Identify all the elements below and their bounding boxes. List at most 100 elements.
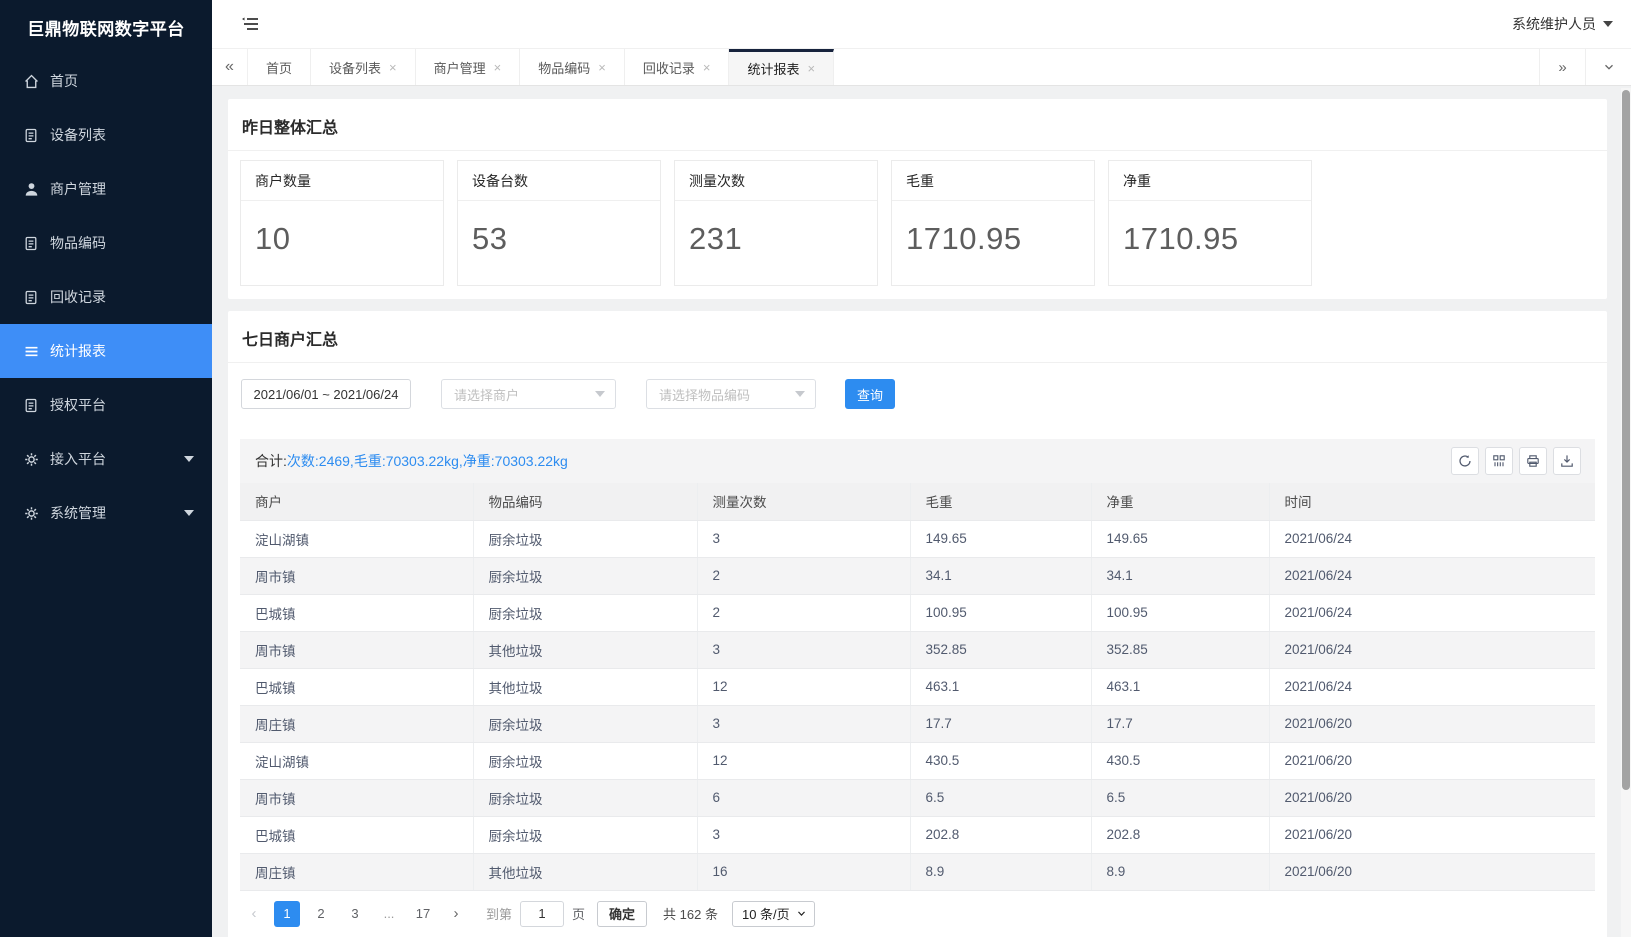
table-row: 周庄镇 厨余垃圾 3 17.7 17.7 2021/06/20 bbox=[240, 705, 1595, 742]
sidebar-item-recycle-records[interactable]: 回收记录 bbox=[0, 270, 212, 324]
page-button-17[interactable]: 17 bbox=[410, 901, 436, 927]
prev-page-icon[interactable]: ‹ bbox=[242, 901, 266, 927]
tabs-scroll-right-icon[interactable]: » bbox=[1539, 49, 1585, 85]
col-header-merchant: 商户 bbox=[240, 483, 473, 520]
tab-recycle-records[interactable]: 回收记录 × bbox=[625, 49, 730, 85]
sidebar-item-label: 首页 bbox=[50, 71, 78, 91]
card-value: 53 bbox=[458, 201, 660, 257]
close-icon[interactable]: × bbox=[703, 60, 711, 75]
goto-page-input[interactable] bbox=[520, 901, 564, 927]
columns-icon[interactable] bbox=[1485, 447, 1513, 475]
col-header-item-code: 物品编码 bbox=[473, 483, 697, 520]
cell-count: 6 bbox=[697, 779, 910, 816]
tabs-menu-icon[interactable] bbox=[1585, 49, 1631, 85]
sidebar-item-device-list[interactable]: 设备列表 bbox=[0, 108, 212, 162]
item-code-select[interactable]: 请选择物品编码 bbox=[646, 379, 816, 409]
document-icon bbox=[22, 396, 40, 414]
table-row: 淀山湖镇 厨余垃圾 3 149.65 149.65 2021/06/24 bbox=[240, 520, 1595, 557]
document-icon bbox=[22, 288, 40, 306]
totals-values: 次数:2469,毛重:70303.22kg,净重:70303.22kg bbox=[287, 453, 568, 469]
cell-date: 2021/06/24 bbox=[1269, 594, 1595, 631]
table-row: 淀山湖镇 厨余垃圾 12 430.5 430.5 2021/06/20 bbox=[240, 742, 1595, 779]
sidebar-item-label: 商户管理 bbox=[50, 179, 106, 199]
user-menu[interactable]: 系统维护人员 bbox=[1512, 14, 1613, 34]
tab-merchant-mgmt[interactable]: 商户管理 × bbox=[416, 49, 521, 85]
tab-bar: « 首页 设备列表 × 商户管理 × 物品编码 × 回收记录 × 统计报表 bbox=[212, 48, 1631, 86]
close-icon[interactable]: × bbox=[598, 60, 606, 75]
cell-count: 3 bbox=[697, 705, 910, 742]
user-icon bbox=[22, 180, 40, 198]
tab-home[interactable]: 首页 bbox=[248, 49, 311, 85]
cell-date: 2021/06/24 bbox=[1269, 631, 1595, 668]
sidebar-item-system-mgmt[interactable]: 系统管理 bbox=[0, 486, 212, 540]
date-range-input[interactable] bbox=[241, 379, 411, 409]
cell-net: 463.1 bbox=[1091, 668, 1269, 705]
tab-label: 设备列表 bbox=[329, 58, 381, 77]
sidebar-item-label: 接入平台 bbox=[50, 449, 106, 469]
cell-merchant: 巴城镇 bbox=[240, 668, 473, 705]
cell-merchant: 周庄镇 bbox=[240, 705, 473, 742]
sidebar-item-merchant-mgmt[interactable]: 商户管理 bbox=[0, 162, 212, 216]
page-button-1[interactable]: 1 bbox=[274, 901, 300, 927]
close-icon[interactable]: × bbox=[389, 60, 397, 75]
filter-row: 请选择商户 请选择物品编码 查询 bbox=[228, 363, 1607, 409]
pagination: ‹ 1 2 3 ... 17 › 到第 页 确定 共 162 条 10 条/页 bbox=[228, 891, 1607, 937]
search-button[interactable]: 查询 bbox=[845, 379, 895, 409]
collapse-sidebar-icon[interactable] bbox=[240, 13, 262, 35]
cell-count: 3 bbox=[697, 631, 910, 668]
sidebar-item-home[interactable]: 首页 bbox=[0, 54, 212, 108]
yesterday-summary-panel: 昨日整体汇总 商户数量 10 设备台数 53 测量次数 231 bbox=[228, 99, 1607, 299]
goto-confirm-button[interactable]: 确定 bbox=[597, 901, 647, 927]
tab-stats-report[interactable]: 统计报表 × bbox=[729, 49, 834, 85]
chevron-down-icon bbox=[1603, 21, 1613, 27]
col-header-date: 时间 bbox=[1269, 483, 1595, 520]
vertical-scrollbar[interactable] bbox=[1621, 88, 1631, 937]
tab-device-list[interactable]: 设备列表 × bbox=[311, 49, 416, 85]
summary-card-net-weight: 净重 1710.95 bbox=[1108, 160, 1312, 286]
cell-net: 8.9 bbox=[1091, 853, 1269, 890]
card-label: 毛重 bbox=[892, 161, 1094, 201]
total-count-label: 共 162 条 bbox=[663, 904, 718, 923]
close-icon[interactable]: × bbox=[494, 60, 502, 75]
seven-day-report-panel: 七日商户汇总 请选择商户 请选择物品编码 查询 合计:次数:246 bbox=[228, 311, 1607, 937]
cell-count: 2 bbox=[697, 557, 910, 594]
sidebar-item-item-code[interactable]: 物品编码 bbox=[0, 216, 212, 270]
refresh-icon[interactable] bbox=[1451, 447, 1479, 475]
table-row: 周市镇 厨余垃圾 2 34.1 34.1 2021/06/24 bbox=[240, 557, 1595, 594]
app-window: 巨鼎物联网数字平台 首页 设备列表 商户管理 物品编码 bbox=[0, 0, 1631, 937]
table-row: 巴城镇 其他垃圾 12 463.1 463.1 2021/06/24 bbox=[240, 668, 1595, 705]
cell-gross: 34.1 bbox=[910, 557, 1091, 594]
scrollbar-thumb[interactable] bbox=[1622, 90, 1630, 790]
tab-item-code[interactable]: 物品编码 × bbox=[520, 49, 625, 85]
totals-bar: 合计:次数:2469,毛重:70303.22kg,净重:70303.22kg bbox=[240, 439, 1595, 483]
cell-gross: 6.5 bbox=[910, 779, 1091, 816]
cell-gross: 463.1 bbox=[910, 668, 1091, 705]
export-icon[interactable] bbox=[1553, 447, 1581, 475]
cell-gross: 202.8 bbox=[910, 816, 1091, 853]
tabs-scroll-left-icon[interactable]: « bbox=[212, 49, 248, 85]
tab-label: 物品编码 bbox=[538, 58, 590, 77]
tab-label: 统计报表 bbox=[747, 59, 799, 78]
cell-item: 其他垃圾 bbox=[473, 631, 697, 668]
sidebar-item-access-platform[interactable]: 接入平台 bbox=[0, 432, 212, 486]
page-content: 昨日整体汇总 商户数量 10 设备台数 53 测量次数 231 bbox=[212, 86, 1631, 937]
sidebar-item-stats-report[interactable]: 统计报表 bbox=[0, 324, 212, 378]
menu-lines-icon bbox=[22, 342, 40, 360]
merchant-select[interactable]: 请选择商户 bbox=[441, 379, 616, 409]
close-icon[interactable]: × bbox=[807, 61, 815, 76]
page-button-2[interactable]: 2 bbox=[308, 901, 334, 927]
cell-merchant: 周市镇 bbox=[240, 779, 473, 816]
cell-item: 厨余垃圾 bbox=[473, 816, 697, 853]
printer-icon[interactable] bbox=[1519, 447, 1547, 475]
document-icon bbox=[22, 126, 40, 144]
page-button-3[interactable]: 3 bbox=[342, 901, 368, 927]
cell-gross: 17.7 bbox=[910, 705, 1091, 742]
next-page-icon[interactable]: › bbox=[444, 901, 468, 927]
cell-date: 2021/06/24 bbox=[1269, 668, 1595, 705]
document-icon bbox=[22, 234, 40, 252]
sidebar-item-auth-platform[interactable]: 授权平台 bbox=[0, 378, 212, 432]
page-size-select[interactable]: 10 条/页 bbox=[732, 901, 815, 927]
card-label: 净重 bbox=[1109, 161, 1311, 201]
main-area: 系统维护人员 « 首页 设备列表 × 商户管理 × 物品编码 × 回 bbox=[212, 0, 1631, 937]
totals-text: 合计:次数:2469,毛重:70303.22kg,净重:70303.22kg bbox=[255, 451, 568, 471]
